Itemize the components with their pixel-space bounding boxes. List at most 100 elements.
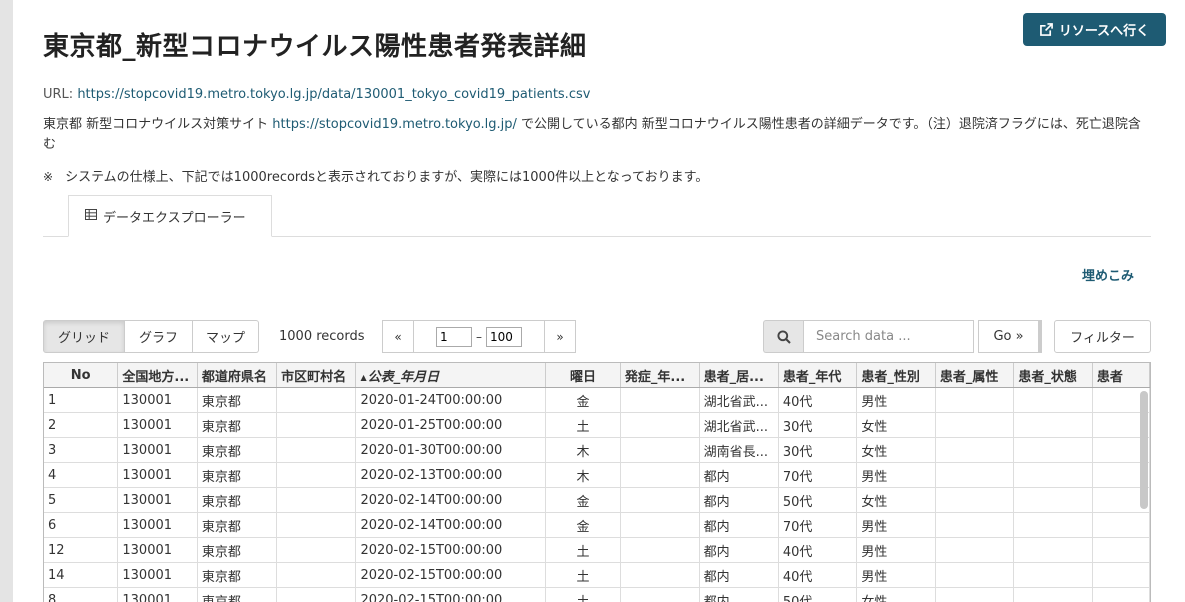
filter-button[interactable]: フィルター [1054,320,1151,353]
table-cell [620,487,700,513]
table-cell: 土 [545,537,621,563]
column-header[interactable]: 都道府県名 [197,363,278,388]
sort-asc-icon: ▲ [360,372,367,382]
table-cell [1013,437,1093,463]
search-input[interactable] [803,320,974,353]
table-cell: 木 [545,462,621,488]
column-header[interactable]: 全国地方... [117,363,198,388]
table-cell [276,512,357,538]
table-cell: 40代 [778,537,858,563]
description-link[interactable]: https://stopcovid19.metro.tokyo.lg.jp/ [272,117,517,132]
table-cell: 70代 [778,462,858,488]
column-header[interactable]: 患者_属性 [935,363,1015,388]
pager-prev-button[interactable]: « [383,330,413,344]
dataset-page: 東京都_新型コロナウイルス陽性患者発表詳細 リソースへ行く URL: https… [13,0,1185,602]
table-row[interactable]: 12 130001 東京都 2020-02-15T00:00:00 土 都内 40代 男性 [44,537,1150,563]
table-cell: 湖南省長... [699,437,779,463]
description: 東京都 新型コロナウイルス対策サイト https://stopcovid19.m… [43,115,1153,155]
pager-range: – [413,321,545,352]
grid-scrollbar[interactable] [1140,391,1148,509]
view-switcher: グリッド グラフ マップ [43,320,259,353]
column-header[interactable]: ▲公表_年月日 [355,363,547,388]
table-cell [620,537,700,563]
table-row[interactable]: 4 130001 東京都 2020-02-13T00:00:00 木 都内 70代 男性 [44,462,1150,488]
column-header[interactable]: 患者 [1092,363,1150,388]
table-cell: 130001 [117,587,198,602]
column-header[interactable]: 患者_居... [699,363,779,388]
table-cell [1013,537,1093,563]
map-view-button[interactable]: マップ [193,320,259,353]
search-group [763,320,974,353]
go-button[interactable]: Go » [978,320,1039,353]
table-cell: 2020-01-25T00:00:00 [355,412,547,438]
search-icon [763,320,803,353]
table-cell [276,462,357,488]
pager-next-button[interactable]: » [545,330,575,344]
table-row[interactable]: 8 130001 東京都 2020-02-15T00:00:00 土 都内 50代 女性 [44,587,1150,602]
pager-from-input[interactable] [436,326,472,347]
table-cell: 2020-02-15T00:00:00 [355,537,547,563]
table-cell: 14 [44,562,119,588]
note-text: システムの仕様上、下記では1000recordsと表示されておりますが、実際には… [65,170,709,185]
table-cell [1013,587,1093,602]
table-icon [85,208,97,224]
table-row[interactable]: 3 130001 東京都 2020-01-30T00:00:00 木 湖南省長... 30代… [44,437,1150,463]
data-grid: No 全国地方... 都道府県名 市区町村名 ▲公表_年月日 曜日 発症_年... 患者_居.… [43,362,1151,602]
table-row[interactable]: 1 130001 東京都 2020-01-24T00:00:00 金 湖北省武... 40代… [44,387,1150,413]
embed-link[interactable]: 埋めこみ [1082,265,1134,284]
table-cell [1092,512,1150,538]
csv-url-link[interactable]: https://stopcovid19.metro.tokyo.lg.jp/da… [77,87,590,102]
table-cell: 130001 [117,387,198,413]
table-cell: 金 [545,512,621,538]
external-link-icon [1039,23,1053,36]
graph-view-button[interactable]: グラフ [125,320,193,353]
table-row[interactable]: 2 130001 東京都 2020-01-25T00:00:00 土 湖北省武... 30代… [44,412,1150,438]
column-header[interactable]: 患者_状態 [1013,363,1093,388]
table-cell [935,437,1015,463]
column-header[interactable]: 患者_性別 [856,363,936,388]
table-cell [276,587,357,602]
table-row[interactable]: 5 130001 東京都 2020-02-14T00:00:00 金 都内 50代 女性 [44,487,1150,513]
column-header[interactable]: 発症_年... [620,363,700,388]
column-header[interactable]: 市区町村名 [276,363,357,388]
table-cell: 東京都 [197,512,278,538]
column-header[interactable]: 曜日 [545,363,621,388]
column-header[interactable]: No [44,363,119,388]
table-cell [1013,512,1093,538]
table-cell: 金 [545,487,621,513]
grid-view-button[interactable]: グリッド [43,320,125,353]
table-row[interactable]: 14 130001 東京都 2020-02-15T00:00:00 土 都内 40代 男性 [44,562,1150,588]
table-cell [1013,412,1093,438]
pager: « – » [382,320,576,353]
table-cell: 130001 [117,512,198,538]
table-cell: 男性 [856,537,936,563]
table-cell: 東京都 [197,412,278,438]
toolbar-divider [1039,320,1042,353]
table-cell: 130001 [117,437,198,463]
table-cell: 6 [44,512,119,538]
table-cell: 130001 [117,537,198,563]
table-cell [620,412,700,438]
table-cell: 130001 [117,562,198,588]
resource-button[interactable]: リソースへ行く [1023,13,1166,46]
table-cell: 東京都 [197,537,278,563]
table-cell [276,562,357,588]
table-cell: 男性 [856,512,936,538]
table-cell: 130001 [117,412,198,438]
tab-data-explorer[interactable]: データエクスプローラー [68,195,272,237]
table-cell [1013,562,1093,588]
table-cell [1013,387,1093,413]
table-cell: 2020-02-14T00:00:00 [355,487,547,513]
table-cell: 東京都 [197,387,278,413]
table-cell: 木 [545,437,621,463]
table-cell: 2020-01-30T00:00:00 [355,437,547,463]
table-cell [276,487,357,513]
pager-to-input[interactable] [486,326,522,347]
table-cell [620,462,700,488]
table-cell [935,387,1015,413]
description-prefix: 東京都 新型コロナウイルス対策サイト [43,117,273,132]
table-row[interactable]: 6 130001 東京都 2020-02-14T00:00:00 金 都内 70代 男性 [44,512,1150,538]
column-header[interactable]: 患者_年代 [778,363,858,388]
table-cell: 12 [44,537,119,563]
record-count: 1000 records [279,329,365,344]
